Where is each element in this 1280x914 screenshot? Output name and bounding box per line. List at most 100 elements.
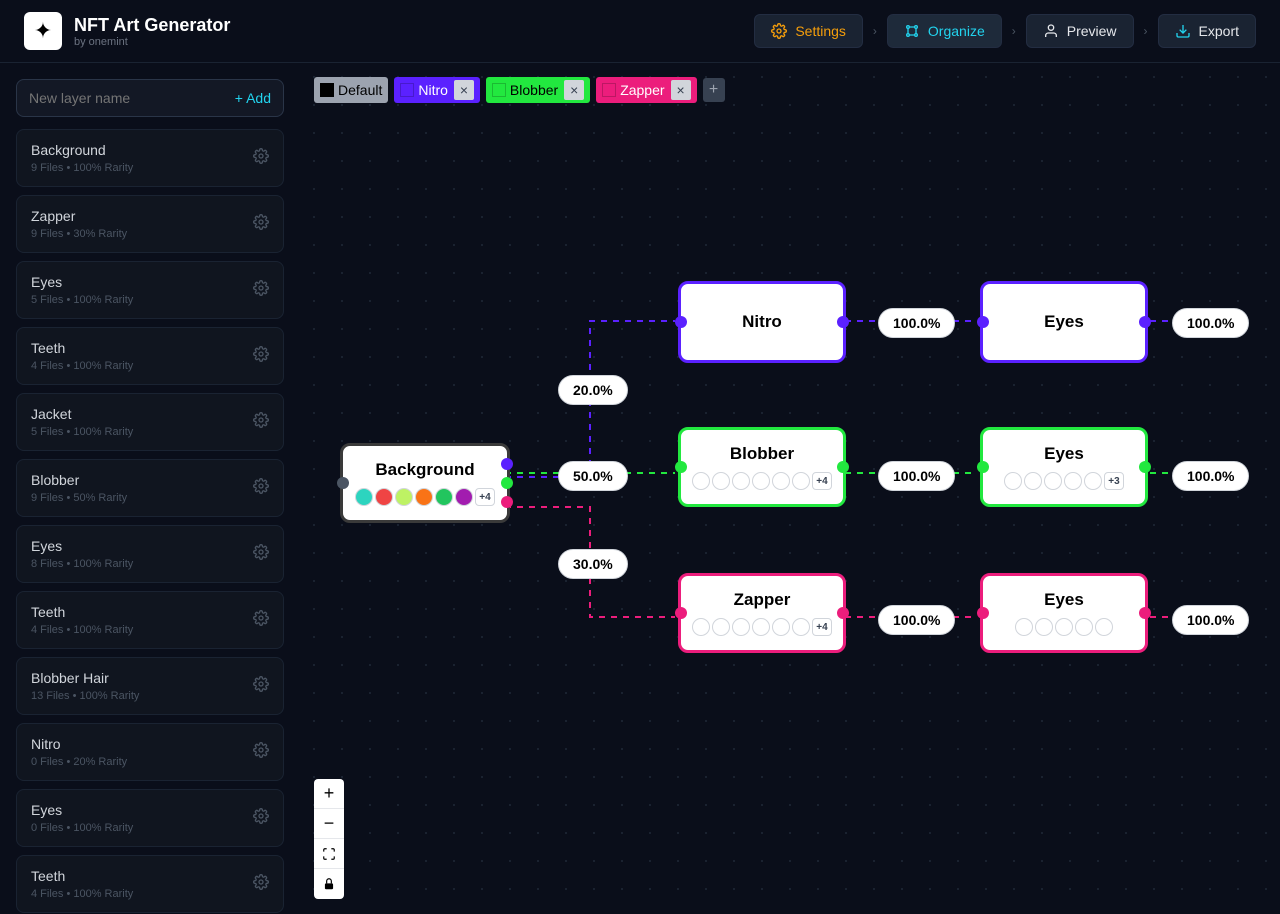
node-blobber[interactable]: Blobber +4 (678, 427, 846, 507)
node-eyes-nitro[interactable]: Eyes (980, 281, 1148, 363)
port-out[interactable] (837, 607, 849, 619)
port-in[interactable] (675, 316, 687, 328)
port-in[interactable] (977, 316, 989, 328)
port-out[interactable] (1139, 316, 1151, 328)
node-swatches: +4 (355, 488, 495, 506)
gear-icon[interactable] (253, 808, 269, 829)
swatch (732, 472, 750, 490)
swatch (1075, 618, 1093, 636)
port-in[interactable] (977, 461, 989, 473)
layer-item[interactable]: Blobber 9 Files • 50% Rarity (16, 459, 284, 517)
port-in[interactable] (675, 461, 687, 473)
node-zapper[interactable]: Zapper +4 (678, 573, 846, 653)
tag[interactable]: Blobber × (486, 77, 590, 103)
gear-icon[interactable] (253, 214, 269, 235)
tag-label: Zapper (620, 82, 664, 98)
add-tag-button[interactable]: + (703, 78, 725, 102)
settings-button[interactable]: Settings (754, 14, 863, 48)
port-out-blobber[interactable] (501, 477, 513, 489)
layer-meta: 0 Files • 100% Rarity (31, 822, 253, 834)
zoom-in-button[interactable]: + (314, 779, 344, 809)
zoom-out-button[interactable]: − (314, 809, 344, 839)
layer-meta: 4 Files • 100% Rarity (31, 888, 253, 900)
preview-button[interactable]: Preview (1026, 14, 1134, 48)
tag[interactable]: Nitro × (394, 77, 480, 103)
gear-icon[interactable] (253, 478, 269, 499)
edge-label[interactable]: 30.0% (558, 549, 628, 579)
layer-meta: 4 Files • 100% Rarity (31, 624, 253, 636)
close-icon[interactable]: × (454, 80, 474, 100)
edge-label[interactable]: 100.0% (1172, 308, 1249, 338)
layer-item[interactable]: Blobber Hair 13 Files • 100% Rarity (16, 657, 284, 715)
port-in[interactable] (337, 477, 349, 489)
layer-item[interactable]: Zapper 9 Files • 30% Rarity (16, 195, 284, 253)
port-out[interactable] (1139, 461, 1151, 473)
gear-icon[interactable] (253, 874, 269, 895)
swatch (395, 488, 413, 506)
port-out[interactable] (1139, 607, 1151, 619)
fit-view-button[interactable] (314, 839, 344, 869)
swatch (355, 488, 373, 506)
layer-name: Background (31, 142, 253, 158)
swatch-more: +4 (812, 472, 832, 490)
layer-item[interactable]: Nitro 0 Files • 20% Rarity (16, 723, 284, 781)
swatch (1024, 472, 1042, 490)
node-eyes-blobber[interactable]: Eyes +3 (980, 427, 1148, 507)
add-layer-button[interactable]: + Add (235, 90, 271, 106)
layer-name: Eyes (31, 802, 253, 818)
layer-item[interactable]: Jacket 5 Files • 100% Rarity (16, 393, 284, 451)
swatch (455, 488, 473, 506)
lock-button[interactable] (314, 869, 344, 899)
gear-icon[interactable] (253, 544, 269, 565)
layer-meta: 0 Files • 20% Rarity (31, 756, 253, 768)
edge-label[interactable]: 50.0% (558, 461, 628, 491)
swatch (792, 472, 810, 490)
swatch (435, 488, 453, 506)
gear-icon[interactable] (253, 280, 269, 301)
layer-item[interactable]: Background 9 Files • 100% Rarity (16, 129, 284, 187)
gear-icon[interactable] (253, 742, 269, 763)
organize-button[interactable]: Organize (887, 14, 1002, 48)
layer-item[interactable]: Teeth 4 Files • 100% Rarity (16, 855, 284, 913)
layer-item[interactable]: Eyes 5 Files • 100% Rarity (16, 261, 284, 319)
port-out[interactable] (837, 316, 849, 328)
node-eyes-zapper[interactable]: Eyes (980, 573, 1148, 653)
layers-sidebar: + Add Background 9 Files • 100% Rarity Z… (0, 63, 300, 913)
port-out-zapper[interactable] (501, 496, 513, 508)
edge-label[interactable]: 100.0% (878, 605, 955, 635)
edge-label[interactable]: 100.0% (1172, 461, 1249, 491)
export-icon (1175, 23, 1191, 39)
tag[interactable]: Default (314, 77, 388, 103)
gear-icon[interactable] (253, 346, 269, 367)
gear-icon[interactable] (253, 148, 269, 169)
close-icon[interactable]: × (671, 80, 691, 100)
layer-item[interactable]: Teeth 4 Files • 100% Rarity (16, 327, 284, 385)
tag[interactable]: Zapper × (596, 77, 696, 103)
graph-canvas[interactable]: Default Nitro × Blobber × Zapper × + Bac… (300, 63, 1280, 913)
node-background[interactable]: Background +4 (340, 443, 510, 523)
edge-label[interactable]: 100.0% (1172, 605, 1249, 635)
gear-icon[interactable] (253, 676, 269, 697)
port-out[interactable] (837, 461, 849, 473)
header-nav: Settings › Organize › Preview › Export (754, 14, 1256, 48)
swatch (1035, 618, 1053, 636)
port-in[interactable] (675, 607, 687, 619)
layer-item[interactable]: Teeth 4 Files • 100% Rarity (16, 591, 284, 649)
layer-item[interactable]: Eyes 8 Files • 100% Rarity (16, 525, 284, 583)
export-button[interactable]: Export (1158, 14, 1256, 48)
gear-icon[interactable] (253, 610, 269, 631)
layer-meta: 4 Files • 100% Rarity (31, 360, 253, 372)
node-nitro[interactable]: Nitro (678, 281, 846, 363)
close-icon[interactable]: × (564, 80, 584, 100)
edge-label[interactable]: 100.0% (878, 461, 955, 491)
gear-icon[interactable] (253, 412, 269, 433)
edge-label[interactable]: 100.0% (878, 308, 955, 338)
layer-item[interactable]: Eyes 0 Files • 100% Rarity (16, 789, 284, 847)
swatch-more: +4 (475, 488, 495, 506)
port-in[interactable] (977, 607, 989, 619)
layer-meta: 9 Files • 50% Rarity (31, 492, 253, 504)
new-layer-input[interactable] (29, 90, 235, 106)
edge-label[interactable]: 20.0% (558, 375, 628, 405)
port-out-nitro[interactable] (501, 458, 513, 470)
swatch (415, 488, 433, 506)
